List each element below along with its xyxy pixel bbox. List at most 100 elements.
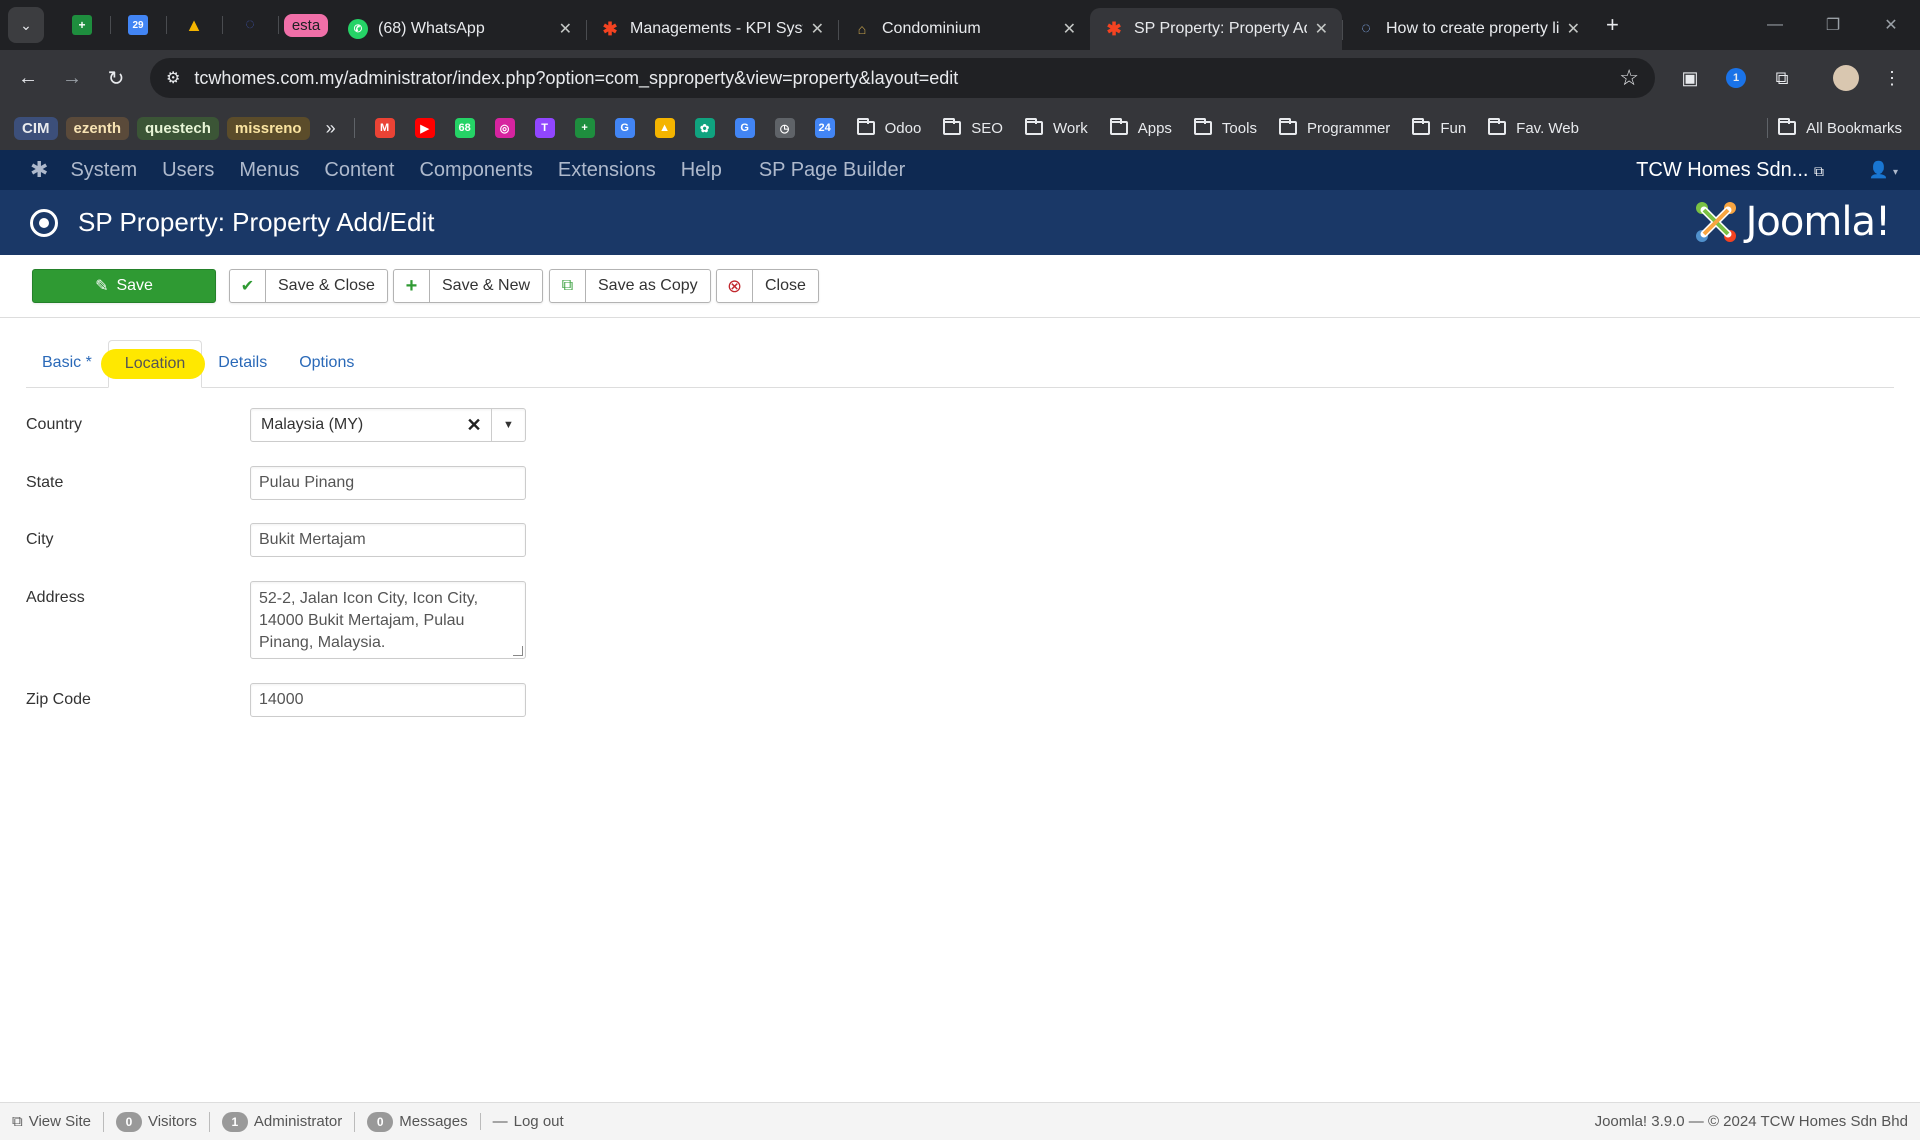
close-icon[interactable]: ✕: [1315, 19, 1328, 39]
instagram-icon[interactable]: ◎: [494, 118, 515, 138]
timer-icon[interactable]: ◷: [774, 118, 795, 138]
bookmark-folder-odoo[interactable]: Odoo: [856, 118, 922, 137]
clear-icon[interactable]: ✕: [457, 415, 491, 436]
bookmark-missreno[interactable]: missreno: [226, 116, 310, 140]
joomla-icon: ✱: [1106, 18, 1122, 39]
url-text[interactable]: tcwhomes.com.my/administrator/index.php?…: [194, 68, 958, 89]
logout-link[interactable]: — Log out: [479, 1113, 576, 1130]
state-input[interactable]: Pulau Pinang: [250, 466, 526, 500]
tab-sp-property[interactable]: ✱ SP Property: Property Add/Edit ✕: [1090, 8, 1342, 50]
menu-extensions[interactable]: Extensions: [558, 159, 656, 182]
profile-avatar[interactable]: [1826, 58, 1866, 98]
pinned-tab-esta[interactable]: esta: [278, 0, 334, 50]
restore-button[interactable]: ❐: [1804, 0, 1862, 50]
view-site-link[interactable]: ⧉ View Site: [0, 1113, 103, 1130]
bookmark-folder-apps[interactable]: Apps: [1109, 118, 1172, 137]
site-info-icon[interactable]: ⚙: [166, 68, 180, 88]
save-button[interactable]: ✎ Save: [32, 269, 216, 303]
minimize-button[interactable]: —: [1746, 0, 1804, 50]
tab-options[interactable]: Options: [283, 339, 370, 387]
menu-components[interactable]: Components: [419, 159, 532, 182]
bookmark-questech[interactable]: questech: [137, 116, 219, 140]
zip-code-input[interactable]: 14000: [250, 683, 526, 717]
bookmark-star-icon[interactable]: ☆: [1619, 65, 1639, 91]
bookmark-folder-seo[interactable]: SEO: [943, 118, 1003, 137]
caret-down-icon[interactable]: ▼: [491, 409, 525, 441]
tab-details[interactable]: Details: [202, 339, 283, 387]
whatsapp-icon[interactable]: 68: [454, 118, 475, 138]
bookmark-folder-fav-web[interactable]: Fav. Web: [1488, 118, 1579, 137]
bookmark-ezenth[interactable]: ezenth: [65, 116, 130, 140]
menu-system[interactable]: System: [70, 159, 137, 182]
visitors-link[interactable]: 0 Visitors: [102, 1111, 209, 1132]
tab-condominium[interactable]: ⌂ Condominium ✕: [838, 8, 1090, 50]
menu-users[interactable]: Users: [162, 159, 214, 182]
gmail-icon[interactable]: M: [374, 118, 395, 138]
drive-icon[interactable]: ▲: [654, 118, 675, 138]
save-close-button[interactable]: ✔ Save & Close: [229, 269, 388, 303]
close-button[interactable]: ⊗ Close: [716, 269, 819, 303]
menu-content[interactable]: Content: [324, 159, 394, 182]
tab-search-button[interactable]: ⌄: [8, 7, 44, 43]
save-copy-button[interactable]: ⧉ Save as Copy: [549, 269, 711, 303]
bookmark-folder-work[interactable]: Work: [1024, 118, 1088, 137]
twitch-icon[interactable]: T: [534, 118, 555, 138]
screenshot-extension-icon[interactable]: ▣: [1670, 58, 1710, 98]
country-select[interactable]: Malaysia (MY) ✕ ▼: [250, 408, 526, 442]
back-button[interactable]: ←: [8, 58, 48, 98]
menu-help[interactable]: Help: [681, 159, 722, 182]
joomla-icon[interactable]: ✱: [30, 157, 48, 183]
menu-sp-page-builder[interactable]: SP Page Builder: [759, 159, 905, 182]
country-value: Malaysia (MY): [261, 416, 364, 433]
administrator-link[interactable]: 1 Administrator: [208, 1111, 354, 1132]
user-menu[interactable]: 👤 ▾: [1869, 160, 1898, 180]
close-icon[interactable]: ✕: [559, 19, 572, 39]
tab-basic[interactable]: Basic *: [26, 339, 108, 387]
bookmark-folder-label: Odoo: [884, 119, 922, 137]
calendar-icon[interactable]: 24: [814, 118, 835, 138]
address-label: Address: [26, 589, 85, 606]
close-icon[interactable]: ✕: [1567, 19, 1580, 39]
address-textarea[interactable]: 52-2, Jalan Icon City, Icon City, 14000 …: [250, 581, 526, 659]
chatgpt-icon[interactable]: ✿: [694, 118, 715, 138]
reload-button[interactable]: ↻: [96, 58, 136, 98]
close-icon[interactable]: ✕: [1063, 19, 1076, 39]
tab-whatsapp[interactable]: ✆ (68) WhatsApp ✕: [334, 8, 586, 50]
translate-icon[interactable]: G: [734, 118, 755, 138]
menu-menus[interactable]: Menus: [239, 159, 299, 182]
youtube-icon[interactable]: ▶: [414, 118, 435, 138]
bookmark-folder-label: Programmer: [1306, 119, 1391, 137]
administrator-count: 1: [221, 1111, 248, 1132]
pinned-tab-drive[interactable]: ▲: [166, 0, 222, 50]
sheets-icon[interactable]: +: [574, 118, 595, 138]
bookmarks-overflow-icon[interactable]: »: [326, 118, 336, 139]
city-input[interactable]: Bukit Mertajam: [250, 523, 526, 557]
folder-icon: [856, 118, 875, 135]
site-name-link[interactable]: TCW Homes Sdn... ⧉: [1636, 159, 1824, 182]
messages-link[interactable]: 0 Messages: [354, 1111, 479, 1132]
window-close-button[interactable]: ✕: [1862, 0, 1920, 50]
extensions-puzzle-icon[interactable]: ⧉: [1762, 58, 1802, 98]
tab-location[interactable]: Location: [100, 340, 205, 388]
pinned-tab-sheets[interactable]: +: [54, 0, 110, 50]
password-manager-icon[interactable]: 1: [1716, 58, 1756, 98]
address-bar[interactable]: ⚙ tcwhomes.com.my/administrator/index.ph…: [150, 58, 1655, 98]
pinned-tab-calendar[interactable]: 29: [110, 0, 166, 50]
browser-menu-icon[interactable]: ⋮: [1872, 58, 1912, 98]
tab-how-to-create[interactable]: ◌ How to create property listing ✕: [1342, 8, 1594, 50]
resize-handle-icon[interactable]: [513, 646, 523, 656]
google-icon[interactable]: G: [614, 118, 635, 138]
pinned-tab-loading[interactable]: ◌: [222, 0, 278, 50]
save-new-button[interactable]: + Save & New: [393, 269, 544, 303]
bookmark-folder-fun[interactable]: Fun: [1412, 118, 1466, 137]
plus-icon: +: [394, 270, 430, 302]
new-tab-button[interactable]: +: [1606, 12, 1619, 38]
bookmark-folder-tools[interactable]: Tools: [1193, 118, 1257, 137]
forward-button[interactable]: →: [52, 58, 92, 98]
tab-kpi-system[interactable]: ✱ Managements - KPI System ✕: [586, 8, 838, 50]
arrow-left-icon: ←: [18, 66, 38, 89]
all-bookmarks-folder[interactable]: All Bookmarks: [1778, 118, 1902, 137]
close-icon[interactable]: ✕: [811, 19, 824, 39]
bookmark-folder-programmer[interactable]: Programmer: [1278, 118, 1391, 137]
bookmark-cim[interactable]: CIM: [14, 116, 58, 140]
